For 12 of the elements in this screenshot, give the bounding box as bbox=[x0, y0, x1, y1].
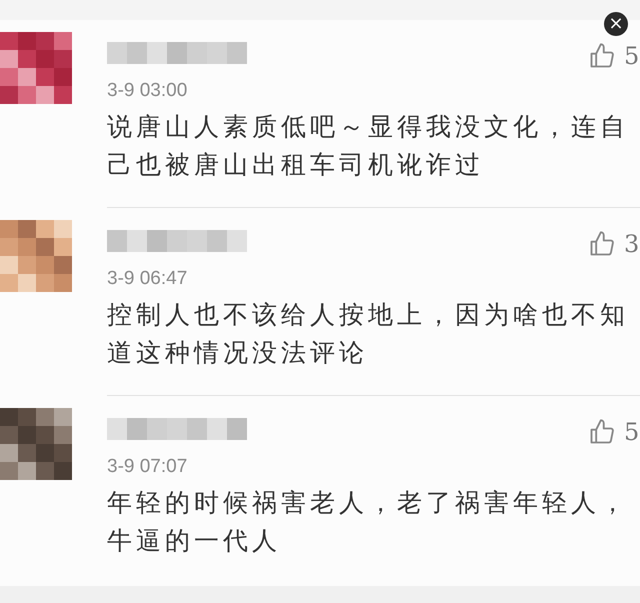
thumbs-up-icon bbox=[588, 418, 616, 446]
like-count: 5 bbox=[624, 418, 640, 446]
thumbs-up-icon bbox=[588, 230, 616, 258]
comment-text: 年轻的时候祸害老人，老了祸害年轻人，牛逼的一代人 bbox=[107, 487, 630, 557]
comment-text: 控制人也不该给人按地上，因为啥也不知道这种情况没法评论 bbox=[107, 299, 630, 369]
thumbs-up-icon bbox=[588, 42, 616, 70]
comment-time: 3-9 03:00 bbox=[107, 80, 188, 102]
comment-text: 说唐山人素质低吧～显得我没文化，连自己也被唐山出租车司机讹诈过 bbox=[107, 111, 630, 181]
like-count: 5 bbox=[624, 42, 640, 70]
comment-time: 3-9 06:47 bbox=[107, 268, 188, 290]
like-count: 3 bbox=[624, 230, 640, 258]
comment-time: 3-9 07:07 bbox=[107, 456, 188, 478]
